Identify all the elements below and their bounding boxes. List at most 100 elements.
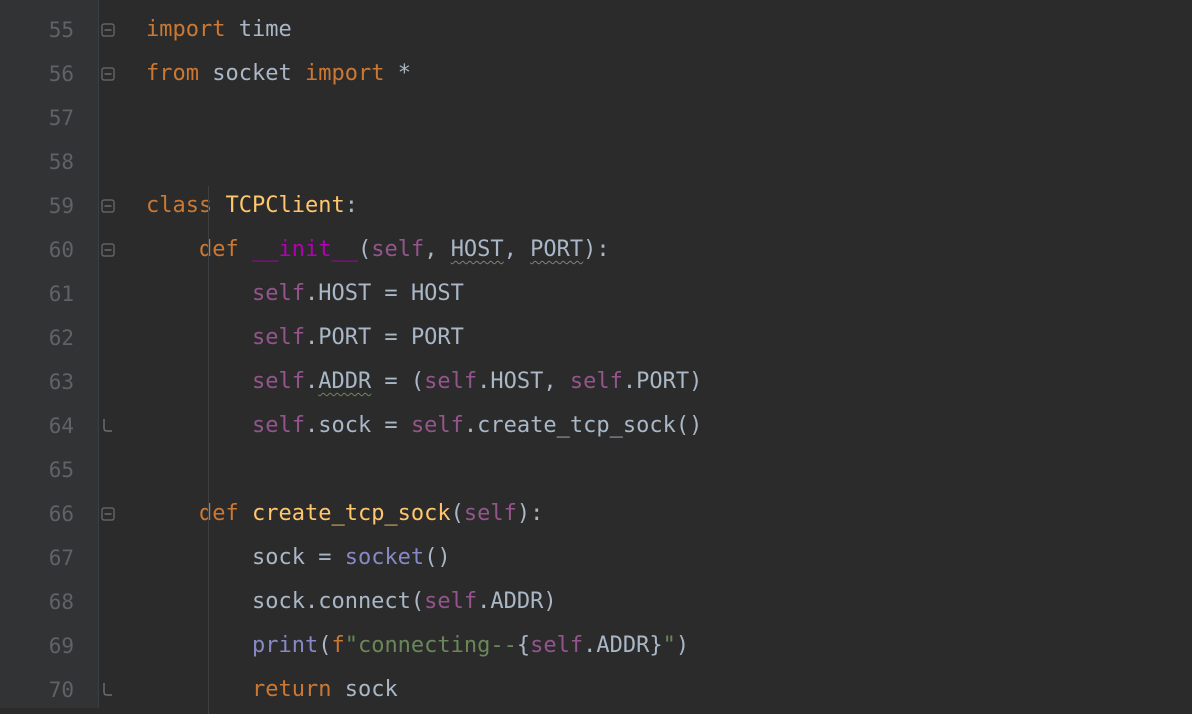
code-line[interactable]: class TCPClient:: [132, 184, 1192, 228]
token-op: .: [477, 589, 490, 614]
token-op: ): [543, 589, 556, 614]
fold-spacer: [99, 448, 132, 492]
token-id: [146, 237, 199, 262]
token-id: [199, 61, 212, 86]
code-line[interactable]: self.HOST = HOST: [132, 272, 1192, 316]
token-id: [384, 61, 397, 86]
token-id: ADDR: [596, 633, 649, 658]
code-line[interactable]: [132, 140, 1192, 184]
code-line[interactable]: import time: [132, 8, 1192, 52]
code-line[interactable]: sock = socket(): [132, 536, 1192, 580]
fold-marker-icon[interactable]: [99, 492, 132, 536]
token-slf: self: [252, 369, 305, 394]
fold-spacer: [99, 536, 132, 580]
token-id: socket: [212, 61, 291, 86]
fold-spacer: [99, 580, 132, 624]
token-op: =: [371, 325, 411, 350]
line-number: 65: [0, 448, 98, 492]
code-line[interactable]: [132, 448, 1192, 492]
token-slf: self: [252, 281, 305, 306]
token-id: [146, 589, 252, 614]
code-line[interactable]: def create_tcp_sock(self):: [132, 492, 1192, 536]
token-op: =: [371, 281, 411, 306]
token-op: (): [424, 545, 451, 570]
token-id: ADDR: [490, 589, 543, 614]
fold-spacer: [99, 96, 132, 140]
token-op: = (: [371, 369, 424, 394]
fold-spacer: [99, 272, 132, 316]
fold-marker-icon[interactable]: [99, 8, 132, 52]
token-builtin: print: [252, 633, 318, 658]
code-line[interactable]: print(f"connecting--{self.ADDR}"): [132, 624, 1192, 668]
fold-spacer: [99, 624, 132, 668]
code-line[interactable]: self.sock = self.create_tcp_sock(): [132, 404, 1192, 448]
token-id: HOST: [318, 281, 371, 306]
token-id: [146, 369, 252, 394]
line-number: 67: [0, 536, 98, 580]
code-editor[interactable]: 55565758596061626364656667686970 import …: [0, 0, 1192, 708]
token-id: time: [239, 17, 292, 42]
token-op: .: [583, 633, 596, 658]
fold-marker-icon[interactable]: [99, 228, 132, 272]
token-op: ):: [517, 501, 544, 526]
code-line[interactable]: return sock: [132, 668, 1192, 712]
token-kw: from: [146, 61, 199, 86]
token-id: sock: [252, 545, 305, 570]
code-line[interactable]: def __init__(self, HOST, PORT):: [132, 228, 1192, 272]
line-number: 59: [0, 184, 98, 228]
token-slf: self: [424, 369, 477, 394]
token-id: create_tcp_sock: [477, 413, 676, 438]
code-line[interactable]: self.ADDR = (self.HOST, self.PORT): [132, 360, 1192, 404]
token-op: (: [318, 633, 331, 658]
token-str: ": [663, 633, 676, 658]
token-id: [146, 325, 252, 350]
token-op: ):: [583, 237, 610, 262]
token-op: .: [305, 369, 318, 394]
token-op: ,: [543, 369, 570, 394]
fold-marker-icon[interactable]: [99, 404, 132, 448]
code-line[interactable]: [132, 96, 1192, 140]
token-kw: import: [305, 61, 384, 86]
token-id: [212, 193, 225, 218]
line-number: 64: [0, 404, 98, 448]
token-id: [225, 17, 238, 42]
token-id: [146, 501, 199, 526]
token-id: [146, 413, 252, 438]
token-op: .: [623, 369, 636, 394]
token-op: ): [689, 369, 702, 394]
token-slf: self: [252, 413, 305, 438]
code-line[interactable]: sock.connect(self.ADDR): [132, 580, 1192, 624]
line-number: 63: [0, 360, 98, 404]
token-slf: self: [252, 325, 305, 350]
token-op: .: [305, 589, 318, 614]
indent-guide: [208, 186, 209, 714]
token-id: [146, 281, 252, 306]
token-id: [146, 677, 252, 702]
token-id: sock: [252, 589, 305, 614]
token-builtin: socket: [345, 545, 424, 570]
fold-marker-icon[interactable]: [99, 52, 132, 96]
token-slf: self: [570, 369, 623, 394]
token-op: .: [305, 413, 318, 438]
code-line[interactable]: from socket import *: [132, 52, 1192, 96]
line-number: 61: [0, 272, 98, 316]
token-op: (): [676, 413, 703, 438]
fold-marker-icon[interactable]: [99, 668, 132, 712]
token-op: ,: [504, 237, 531, 262]
fold-marker-icon[interactable]: [99, 184, 132, 228]
token-fn: TCPClient: [225, 193, 344, 218]
code-line[interactable]: self.PORT = PORT: [132, 316, 1192, 360]
line-number: 60: [0, 228, 98, 272]
token-id: [292, 61, 305, 86]
token-id: [146, 545, 252, 570]
token-mag: __init__: [252, 237, 358, 262]
line-number: 66: [0, 492, 98, 536]
token-id: [146, 633, 252, 658]
fold-spacer: [99, 360, 132, 404]
token-wavy: HOST: [451, 237, 504, 262]
token-op: .: [477, 369, 490, 394]
code-area[interactable]: import timefrom socket import *class TCP…: [132, 0, 1192, 708]
token-op: *: [398, 61, 411, 86]
token-slf: self: [411, 413, 464, 438]
line-number: 69: [0, 624, 98, 668]
